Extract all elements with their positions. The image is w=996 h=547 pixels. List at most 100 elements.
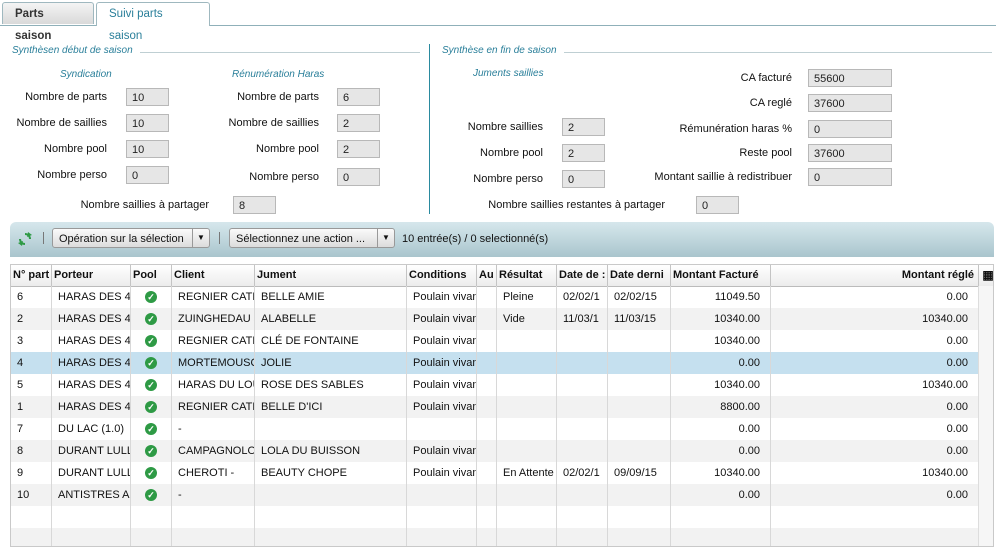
tab-parts-saison[interactable]: Parts saison [2,2,94,42]
cell-conditions [407,484,477,506]
cell-au [477,330,497,352]
table-row[interactable]: 10 ANTISTRES A ✓ - 0.00 0.00 [11,484,979,506]
cell-pool: ✓ [131,330,172,352]
cell-montant-regle [771,506,979,528]
table-row[interactable]: 1 HARAS DES 4 ✓ REGNIER CATH BELLE D'ICI Poul… [11,396,979,418]
cell-montant-facture: 10340.00 [671,308,771,330]
table-row[interactable] [11,528,979,546]
cell-date-debut [557,396,608,418]
cell-montant-facture: 0.00 [671,418,771,440]
cell-no-part: 6 [11,286,52,308]
cell-montant-regle: 10340.00 [771,308,979,330]
toolbar-separator [43,232,44,244]
cell-montant-regle: 0.00 [771,330,979,352]
cell-au [477,374,497,396]
cell-pool: ✓ [131,484,172,506]
cell-date-debut: 02/02/1 [557,462,608,484]
cell-montant-facture: 10340.00 [671,374,771,396]
cell-date-derniere [608,418,671,440]
refresh-icon[interactable] [17,231,33,247]
operation-selection-label: Opération sur la sélection [59,233,184,245]
cell-jument: BEAUTY CHOPE [255,462,407,484]
header-date-de[interactable]: Date de : [557,265,608,286]
cell-no-part [11,528,52,546]
syndication-label: Nombre de parts [25,91,107,103]
saillies-partager-field: 8 [233,196,276,214]
header-montant-facture[interactable]: Montant Facturé [671,265,771,286]
cell-resultat [497,396,557,418]
action-label: Sélectionnez une action ... [236,233,366,245]
header-jument[interactable]: Jument [255,265,407,286]
table-row[interactable]: 3 HARAS DES 4 ✓ REGNIER CATH CLÉ DE FONTAINE… [11,330,979,352]
grid-scrollbar[interactable] [978,286,993,546]
cell-date-derniere [608,440,671,462]
header-resultat[interactable]: Résultat [497,265,557,286]
juments-title: Juments saillies [473,68,544,79]
cell-client: HARAS DU LOU [172,374,255,396]
header-client[interactable]: Client [172,265,255,286]
cell-au [477,396,497,418]
cell-porteur: DU LAC (1.0) [52,418,131,440]
cell-porteur: HARAS DES 4 [52,286,131,308]
remuneration-label: Nombre de saillies [228,117,319,129]
cell-pool: ✓ [131,440,172,462]
cell-jument [255,418,407,440]
cell-montant-regle: 0.00 [771,396,979,418]
cell-jument [255,528,407,546]
chevron-down-icon: ▼ [192,229,209,247]
cell-au [477,352,497,374]
cell-conditions: Poulain vivant [407,308,477,330]
cell-date-derniere [608,374,671,396]
table-row[interactable] [11,506,979,528]
syndication-label: Nombre perso [37,169,107,181]
header-date-derniere[interactable]: Date derni [608,265,671,286]
cell-conditions: Poulain vivant [407,440,477,462]
header-pool[interactable]: Pool [131,265,172,286]
cell-pool: ✓ [131,374,172,396]
header-montant-regle[interactable]: Montant réglé [771,265,979,286]
cell-conditions: Poulain vivant [407,286,477,308]
header-no-part[interactable]: N° part [11,265,52,286]
cell-no-part: 5 [11,374,52,396]
table-row[interactable]: 7 DU LAC (1.0) ✓ - 0.00 0.00 [11,418,979,440]
table-row[interactable]: 9 DURANT LULL ✓ CHEROTI - BEAUTY CHOPE Poulai… [11,462,979,484]
cell-date-debut [557,506,608,528]
cell-client: - [172,484,255,506]
operation-selection-dropdown[interactable]: Opération sur la sélection ▼ [52,228,210,248]
divider [564,52,992,53]
cell-montant-regle: 10340.00 [771,374,979,396]
cell-date-derniere [608,506,671,528]
cell-au [477,418,497,440]
cell-montant-facture: 0.00 [671,352,771,374]
header-conditions[interactable]: Conditions [407,265,477,286]
cell-porteur: HARAS DES 4 [52,396,131,418]
table-row[interactable]: 5 HARAS DES 4 ✓ HARAS DU LOU ROSE DES SABLES… [11,374,979,396]
cell-conditions: Poulain vivant [407,374,477,396]
table-row[interactable]: 6 HARAS DES 4 ✓ REGNIER CATH BELLE AMIE Poula… [11,286,979,308]
juments-label: Nombre pool [480,147,543,159]
action-dropdown[interactable]: Sélectionnez une action ... ▼ [229,228,395,248]
cell-montant-facture: 0.00 [671,484,771,506]
cell-jument: BELLE D'ICI [255,396,407,418]
cell-client: ZUINGHEDAU J. [172,308,255,330]
saillies-partager-label: Nombre saillies à partager [80,199,209,211]
syndication-label: Nombre pool [44,143,107,155]
table-row[interactable]: 8 DURANT LULL ✓ CAMPAGNOLO LOLA DU BUISSON Po… [11,440,979,462]
cell-porteur: HARAS DES 4 [52,352,131,374]
cell-date-derniere [608,352,671,374]
ca-label: CA reglé [749,97,792,109]
remuneration-label: Nombre de parts [237,91,319,103]
syndication-title: Syndication [60,69,112,80]
cell-pool: ✓ [131,462,172,484]
tab-suivi-parts-saison[interactable]: Suivi parts saison [96,2,210,42]
cell-porteur: ANTISTRES A [52,484,131,506]
grid-header: N° part Porteur Pool Client Jument Conditions… [11,265,993,287]
header-au[interactable]: Au [477,265,497,286]
columns-menu-icon[interactable]: ▦ [979,265,993,286]
grid-toolbar: Opération sur la sélection ▼ Sélectionne… [10,222,994,257]
table-row[interactable]: 2 HARAS DES 4 ✓ ZUINGHEDAU J. ALABELLE Poulai… [11,308,979,330]
cell-client: REGNIER CATH [172,396,255,418]
table-row[interactable]: 4HARAS DES 4 ✓ MORTEMOUSQUJOLIEPoulain viv… [11,352,979,374]
cell-date-debut [557,484,608,506]
header-porteur[interactable]: Porteur [52,265,131,286]
